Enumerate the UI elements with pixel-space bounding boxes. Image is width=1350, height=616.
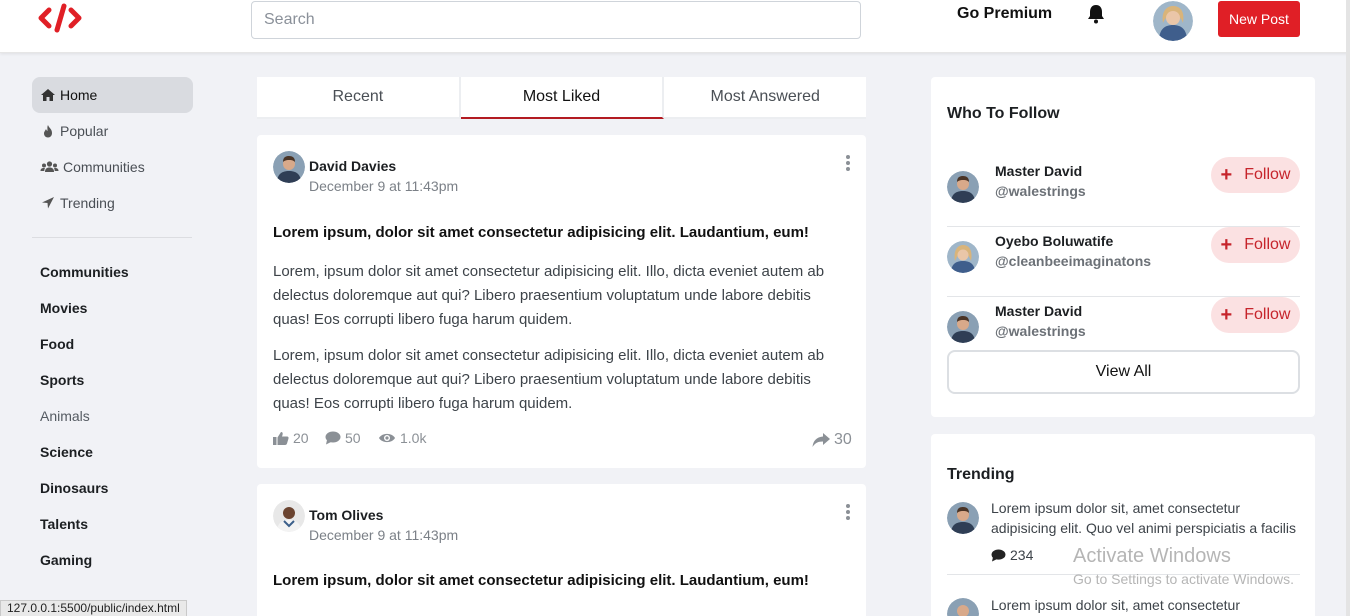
follow-button-label: Follow bbox=[1244, 236, 1291, 253]
activate-windows-subtitle: Go to Settings to activate Windows. bbox=[1073, 571, 1294, 587]
activate-windows-title: Activate Windows bbox=[1073, 545, 1231, 567]
plus-icon: + bbox=[1220, 304, 1233, 326]
trending-item-comments: 234 bbox=[991, 547, 1033, 563]
follow-button[interactable]: + Follow bbox=[1211, 297, 1300, 333]
browser-status-url: 127.0.0.1:5500/public/index.html bbox=[0, 600, 187, 616]
post-author-name[interactable]: Tom Olives bbox=[309, 507, 383, 523]
plus-icon: + bbox=[1220, 164, 1233, 186]
fire-icon bbox=[44, 125, 52, 138]
new-post-button[interactable]: New Post bbox=[1218, 1, 1300, 37]
follow-user-name[interactable]: Oyebo Boluwatife bbox=[995, 233, 1113, 249]
follow-user-name[interactable]: Master David bbox=[995, 303, 1082, 319]
follow-button-label: Follow bbox=[1244, 166, 1291, 183]
comment-stat[interactable]: 50 bbox=[325, 430, 361, 446]
tab-recent[interactable]: Recent bbox=[257, 77, 461, 119]
follow-user-avatar[interactable] bbox=[947, 311, 979, 343]
author-avatar[interactable] bbox=[273, 151, 305, 183]
post-title[interactable]: Lorem ipsum, dolor sit amet consectetur … bbox=[273, 572, 809, 589]
view-stat: 1.0k bbox=[378, 430, 426, 446]
sidebar-divider bbox=[32, 237, 192, 238]
sidebar-item-label: Trending bbox=[60, 195, 115, 211]
follow-button-label: Follow bbox=[1244, 306, 1291, 323]
category-link-talents[interactable]: Talents bbox=[40, 516, 88, 532]
follow-user-handle: @walestrings bbox=[995, 323, 1086, 339]
plus-icon: + bbox=[1220, 234, 1233, 256]
share-icon bbox=[812, 432, 830, 447]
tab-most-liked[interactable]: Most Liked bbox=[460, 77, 665, 119]
trending-comment-count: 234 bbox=[1010, 547, 1034, 563]
sidebar-item-popular[interactable]: Popular bbox=[32, 113, 193, 149]
post-date: December 9 at 11:43pm bbox=[309, 178, 459, 194]
follow-user-avatar[interactable] bbox=[947, 171, 979, 203]
more-options-icon[interactable] bbox=[845, 155, 851, 171]
sidebar-item-trending[interactable]: Trending bbox=[32, 185, 193, 221]
follow-suggestion: Oyebo Boluwatife @cleanbeeimaginatons + … bbox=[947, 227, 1300, 297]
like-count: 20 bbox=[293, 430, 309, 446]
users-icon bbox=[40, 161, 59, 172]
follow-user-avatar[interactable] bbox=[947, 241, 979, 273]
top-header: Go Premium New Post bbox=[0, 0, 1350, 53]
eye-icon bbox=[379, 433, 395, 443]
follow-button[interactable]: + Follow bbox=[1211, 157, 1300, 193]
code-logo-icon[interactable] bbox=[38, 3, 84, 33]
feed-tabs: Recent Most Liked Most Answered bbox=[257, 77, 867, 119]
page-scrollbar[interactable] bbox=[1346, 0, 1350, 616]
sidebar-item-home[interactable]: Home bbox=[32, 77, 193, 113]
tab-most-answered[interactable]: Most Answered bbox=[664, 77, 867, 119]
follow-user-handle: @cleanbeeimaginatons bbox=[995, 253, 1152, 269]
category-link-science[interactable]: Science bbox=[40, 444, 93, 460]
author-avatar[interactable] bbox=[273, 500, 305, 532]
share-stat[interactable]: 30 bbox=[812, 431, 852, 449]
comment-icon bbox=[991, 548, 1006, 562]
search-input[interactable] bbox=[251, 1, 861, 39]
view-all-button[interactable]: View All bbox=[947, 350, 1300, 394]
user-avatar[interactable] bbox=[1153, 1, 1193, 41]
trending-author-avatar[interactable] bbox=[947, 502, 979, 534]
post-paragraph: Lorem, ipsum dolor sit amet consectetur … bbox=[273, 347, 825, 412]
category-link-communities[interactable]: Communities bbox=[40, 264, 129, 280]
trending-item-text[interactable]: Lorem ipsum dolor sit, amet consectetur bbox=[991, 595, 1301, 615]
like-stat[interactable]: 20 bbox=[273, 430, 309, 446]
category-link-dinosaurs[interactable]: Dinosaurs bbox=[40, 480, 108, 496]
follow-user-handle: @walestrings bbox=[995, 183, 1086, 199]
more-options-icon[interactable] bbox=[845, 504, 851, 520]
who-to-follow-panel: Who To Follow Master David @walestrings … bbox=[931, 77, 1315, 417]
category-link-sports[interactable]: Sports bbox=[40, 372, 84, 388]
trending-panel: Trending Lorem ipsum dolor sit, amet con… bbox=[931, 434, 1315, 616]
sidebar-item-label: Home bbox=[60, 87, 98, 103]
who-to-follow-title: Who To Follow bbox=[947, 105, 1060, 122]
follow-suggestion: Master David @walestrings + Follow bbox=[947, 157, 1300, 227]
follow-user-name[interactable]: Master David bbox=[995, 163, 1082, 179]
view-count: 1.0k bbox=[400, 430, 427, 446]
post-card: Tom Olives December 9 at 11:43pm Lorem i… bbox=[257, 484, 866, 616]
post-date: December 9 at 11:43pm bbox=[309, 527, 459, 543]
category-link-movies[interactable]: Movies bbox=[40, 300, 87, 316]
post-paragraph: Lorem, ipsum dolor sit amet consectetur … bbox=[273, 263, 825, 328]
comment-icon bbox=[325, 431, 341, 445]
category-link-food[interactable]: Food bbox=[40, 336, 74, 352]
go-premium-link[interactable]: Go Premium bbox=[957, 5, 1052, 23]
sidebar-item-label: Communities bbox=[63, 159, 145, 175]
sidebar-item-communities[interactable]: Communities bbox=[32, 149, 193, 185]
category-link-gaming[interactable]: Gaming bbox=[40, 552, 92, 568]
trending-item-text[interactable]: Lorem ipsum dolor sit, amet consectetur … bbox=[991, 498, 1301, 538]
trending-title: Trending bbox=[947, 466, 1015, 483]
comment-count: 50 bbox=[345, 430, 361, 446]
follow-button[interactable]: + Follow bbox=[1211, 227, 1300, 263]
post-card: David Davies December 9 at 11:43pm Lorem… bbox=[257, 135, 866, 468]
share-count: 30 bbox=[834, 431, 852, 448]
trending-author-avatar[interactable] bbox=[947, 598, 979, 616]
post-title[interactable]: Lorem ipsum, dolor sit amet consectetur … bbox=[273, 224, 809, 241]
post-author-name[interactable]: David Davies bbox=[309, 158, 396, 174]
bell-icon[interactable] bbox=[1087, 4, 1105, 24]
category-link-animals[interactable]: Animals bbox=[40, 408, 90, 424]
thumbs-up-icon bbox=[273, 432, 289, 445]
home-icon bbox=[41, 89, 55, 101]
location-arrow-icon bbox=[42, 197, 54, 209]
sidebar-item-label: Popular bbox=[60, 123, 109, 139]
